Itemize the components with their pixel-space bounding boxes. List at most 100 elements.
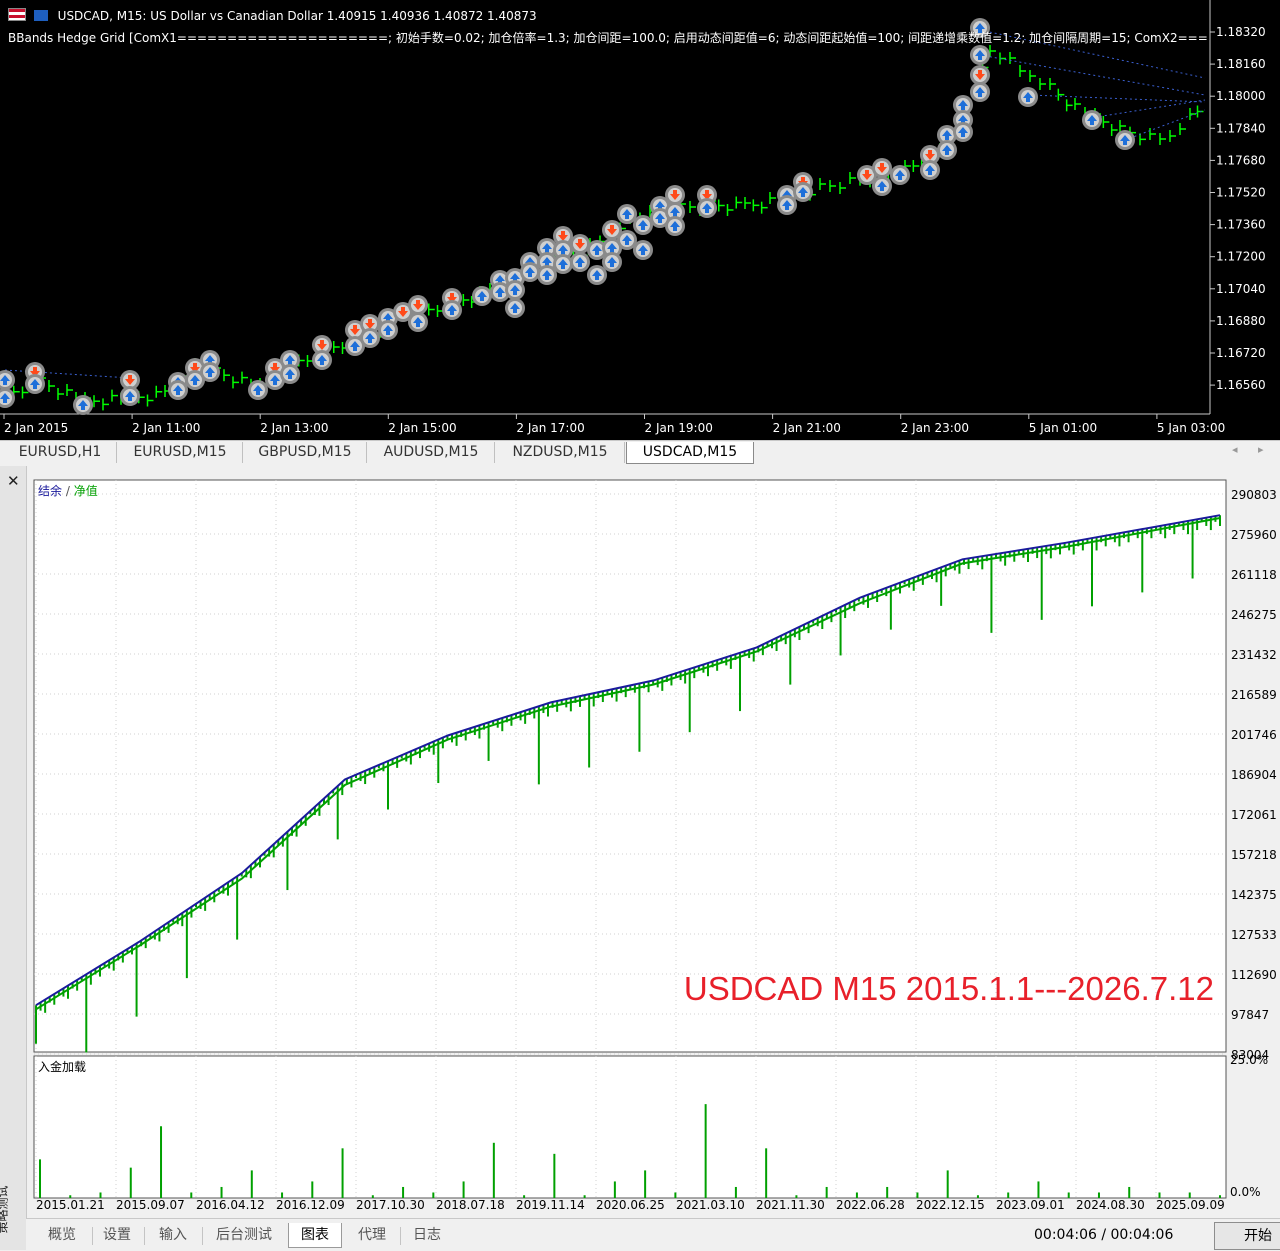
tab-backtest[interactable]: 后台测试 bbox=[206, 1223, 282, 1247]
buy-arrow-icon bbox=[665, 216, 685, 236]
scroll-right-icon[interactable]: ▸ bbox=[1258, 443, 1264, 456]
tab-usdcad-m15[interactable]: USDCAD,M15 bbox=[626, 442, 754, 464]
balance-axis-label: 261118 bbox=[1231, 568, 1277, 582]
chart-header: USDCAD, M15: US Dollar vs Canadian Dolla… bbox=[8, 8, 537, 23]
tester-side-strip: ✕ 策略测试 bbox=[0, 466, 27, 1250]
legend-separator: / bbox=[62, 484, 74, 498]
buy-arrow-icon bbox=[472, 286, 492, 306]
buy-arrow-icon bbox=[248, 380, 268, 400]
tab-eurusd-m15[interactable]: EURUSD,M15 bbox=[118, 442, 243, 463]
tab-audusd-m15[interactable]: AUDUSD,M15 bbox=[368, 442, 495, 463]
time-tick-label: 2 Jan 17:00 bbox=[516, 421, 584, 435]
balance-axis-label: 172061 bbox=[1231, 808, 1277, 822]
sell-arrow-icon bbox=[872, 158, 892, 178]
ea-parameters-line: BBands Hedge Grid [ComX1================… bbox=[8, 31, 1208, 45]
tester-graphs[interactable]: 290803 275960 261118 246275 231432 216589 2017… bbox=[30, 470, 1280, 1210]
balance-axis-label: 231432 bbox=[1231, 648, 1277, 662]
date-axis-label: 2015.09.07 bbox=[116, 1198, 185, 1210]
deposit-axis-label: 25.0% bbox=[1230, 1053, 1268, 1067]
sell-arrow-icon bbox=[570, 234, 590, 254]
tab-settings[interactable]: 设置 bbox=[94, 1223, 140, 1247]
date-axis-label: 2016.12.09 bbox=[276, 1198, 345, 1210]
buy-arrow-icon bbox=[505, 280, 525, 300]
chart-flag-icon bbox=[8, 8, 26, 21]
balance-axis-label: 290803 bbox=[1231, 488, 1277, 502]
price-tick-label: 1.17840 bbox=[1216, 121, 1266, 135]
time-tick-label: 2 Jan 19:00 bbox=[645, 421, 713, 435]
buy-arrow-icon bbox=[793, 182, 813, 202]
symbol-tabs: EURUSD,H1 EURUSD,M15 GBPUSD,M15 AUDUSD,M… bbox=[0, 440, 1280, 465]
price-chart-canvas[interactable]: 1.18320 1.18160 1.18000 1.17840 1.17680 1.175… bbox=[0, 0, 1280, 440]
time-tick-label: 2 Jan 15:00 bbox=[388, 421, 456, 435]
balance-axis-label: 97847 bbox=[1231, 1008, 1269, 1022]
time-tick-label: 2 Jan 13:00 bbox=[260, 421, 328, 435]
balance-axis-label: 275960 bbox=[1231, 528, 1277, 542]
buy-arrow-icon bbox=[953, 122, 973, 142]
buy-arrow-icon bbox=[970, 82, 990, 102]
date-axis-label: 2017.10.30 bbox=[356, 1198, 425, 1210]
buy-arrow-icon bbox=[570, 252, 590, 272]
tab-graph[interactable]: 图表 bbox=[288, 1223, 342, 1248]
buy-arrow-icon bbox=[937, 140, 957, 160]
buy-arrow-icon bbox=[25, 374, 45, 394]
chart-symbol-title: USDCAD, M15: US Dollar vs Canadian Dolla… bbox=[57, 9, 537, 23]
date-axis-label: 2018.07.18 bbox=[436, 1198, 505, 1210]
tab-nzdusd-m15[interactable]: NZDUSD,M15 bbox=[496, 442, 625, 463]
balance-plot-frame bbox=[33, 479, 1227, 1053]
tab-inputs[interactable]: 输入 bbox=[148, 1223, 198, 1247]
date-axis-label: 2016.04.12 bbox=[196, 1198, 265, 1210]
price-tick-label: 1.17200 bbox=[1216, 250, 1266, 264]
buy-arrow-icon bbox=[890, 165, 910, 185]
balance-axis-label: 246275 bbox=[1231, 608, 1277, 622]
price-tick-label: 1.17360 bbox=[1216, 218, 1266, 232]
price-chart[interactable]: 1.18320 1.18160 1.18000 1.17840 1.17680 1.175… bbox=[0, 0, 1280, 440]
price-tick-label: 1.16880 bbox=[1216, 314, 1266, 328]
buy-arrow-icon bbox=[200, 362, 220, 382]
legend-equity: 净值 bbox=[74, 483, 98, 498]
buy-arrow-icon bbox=[777, 195, 797, 215]
balance-axis-label: 157218 bbox=[1231, 848, 1277, 862]
buy-arrow-icon bbox=[0, 370, 15, 390]
date-axis-label: 2022.12.15 bbox=[916, 1198, 985, 1210]
tab-agents[interactable]: 代理 bbox=[348, 1223, 396, 1247]
price-tick-label: 1.16560 bbox=[1216, 378, 1266, 392]
buy-arrow-icon bbox=[408, 312, 428, 332]
close-icon[interactable]: ✕ bbox=[7, 472, 20, 490]
time-tick-label: 2 Jan 23:00 bbox=[901, 421, 969, 435]
balance-axis-label: 201746 bbox=[1231, 728, 1277, 742]
balance-axis-label: 142375 bbox=[1231, 888, 1277, 902]
buy-arrow-icon bbox=[168, 380, 188, 400]
strategy-tester-panel: ✕ 策略测试 290803 275960 261118 246275 231432 216… bbox=[0, 466, 1280, 1250]
tab-gbpusd-m15[interactable]: GBPUSD,M15 bbox=[244, 442, 367, 463]
tab-eurusd-h1[interactable]: EURUSD,H1 bbox=[4, 442, 117, 463]
tab-overview[interactable]: 概览 bbox=[34, 1223, 90, 1247]
scroll-left-icon[interactable]: ◂ bbox=[1232, 443, 1238, 456]
chart-type-icon bbox=[33, 10, 48, 21]
grid-guide-line bbox=[1089, 99, 1206, 119]
price-tick-label: 1.18000 bbox=[1216, 89, 1266, 103]
buy-arrow-icon bbox=[697, 198, 717, 218]
buy-arrow-icon bbox=[1018, 87, 1038, 107]
overlay-test-range: USDCAD M15 2015.1.1---2026.7.12 bbox=[684, 970, 1214, 1007]
buy-arrow-icon bbox=[280, 364, 300, 384]
buy-arrow-icon bbox=[0, 388, 15, 408]
buy-arrow-icon bbox=[872, 176, 892, 196]
time-tick-label: 5 Jan 03:00 bbox=[1157, 421, 1225, 435]
grid-guide-line bbox=[4, 369, 131, 379]
balance-axis-label: 216589 bbox=[1231, 688, 1277, 702]
date-axis-label: 2020.06.25 bbox=[596, 1198, 665, 1210]
legend-balance: 结余 bbox=[38, 483, 62, 498]
date-axis-label: 2025.09.09 bbox=[1156, 1198, 1225, 1210]
tab-journal[interactable]: 日志 bbox=[404, 1223, 450, 1247]
price-tick-label: 1.16720 bbox=[1216, 346, 1266, 360]
buy-arrow-icon bbox=[602, 252, 622, 272]
start-button[interactable]: 开始 bbox=[1214, 1222, 1280, 1250]
buy-arrow-icon bbox=[360, 328, 380, 348]
date-axis-label: 2023.09.01 bbox=[996, 1198, 1065, 1210]
date-axis-label: 2021.03.10 bbox=[676, 1198, 745, 1210]
time-tick-label: 2 Jan 2015 bbox=[4, 421, 68, 435]
buy-arrow-icon bbox=[553, 254, 573, 274]
date-axis-label: 2021.11.30 bbox=[756, 1198, 825, 1210]
buy-arrow-icon bbox=[520, 262, 540, 282]
balance-axis-label: 186904 bbox=[1231, 768, 1277, 782]
